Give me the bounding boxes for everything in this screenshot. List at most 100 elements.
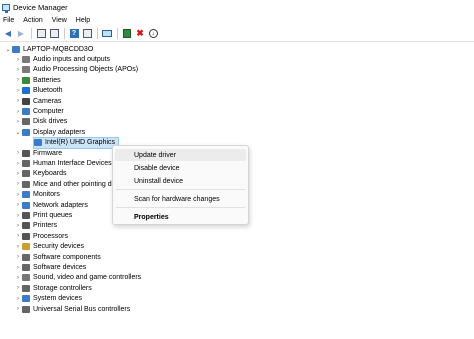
chevron-right-icon[interactable]: › — [14, 296, 22, 302]
tree-category[interactable]: › Universal Serial Bus controllers — [14, 304, 130, 314]
ctx-scan-hardware[interactable]: Scan for hardware changes — [115, 193, 246, 205]
chevron-right-icon[interactable]: › — [14, 109, 22, 115]
chevron-right-icon[interactable]: › — [14, 306, 22, 312]
tree-device-selected[interactable]: Intel(R) UHD Graphics — [32, 136, 120, 150]
toolbar-divider — [64, 28, 65, 39]
title-bar: Device Manager — [0, 0, 474, 14]
menu-help[interactable]: Help — [76, 17, 90, 24]
tree-category-label: Cameras — [33, 97, 62, 105]
tree-category[interactable]: › System devices — [14, 294, 82, 304]
back-arrow-icon[interactable]: ◀ — [3, 29, 13, 39]
properties-icon[interactable] — [36, 29, 46, 39]
tree-category[interactable]: › Printers — [14, 221, 57, 231]
device-category-icon — [22, 108, 30, 116]
device-category-icon — [22, 191, 30, 199]
tree-category[interactable]: › Monitors — [14, 190, 60, 200]
device-category-icon — [22, 87, 30, 95]
tree-category-label: Audio inputs and outputs — [33, 56, 111, 64]
chevron-right-icon[interactable]: › — [14, 233, 22, 239]
tree-category-label: Display adapters — [33, 128, 86, 136]
ctx-disable-device[interactable]: Disable device — [115, 162, 246, 174]
scan-icon[interactable] — [82, 29, 92, 39]
device-category-icon — [22, 212, 30, 220]
help-icon[interactable]: ? — [69, 29, 79, 39]
chevron-right-icon[interactable]: › — [14, 171, 22, 177]
tree-category-label: Printers — [33, 222, 58, 230]
tree-category-label: Software devices — [33, 264, 87, 272]
tree-category[interactable]: › Software devices — [14, 262, 86, 272]
chevron-right-icon[interactable]: › — [14, 192, 22, 198]
tree-category-label: Sound, video and game controllers — [33, 274, 142, 282]
tree-category[interactable]: › Print queues — [14, 210, 72, 220]
device-category-icon — [22, 222, 30, 230]
ctx-uninstall-device[interactable]: Uninstall device — [115, 175, 246, 187]
tree-category[interactable]: › Software components — [14, 252, 101, 262]
display-adapter-icon — [34, 139, 42, 147]
tree-category[interactable]: › Bluetooth — [14, 86, 63, 96]
tree-category[interactable]: › Disk drives — [14, 117, 67, 127]
show-hidden-icon[interactable] — [49, 29, 59, 39]
tree-category[interactable]: › Keyboards — [14, 169, 66, 179]
update-driver-icon[interactable] — [122, 29, 132, 39]
tree-category[interactable]: › Computer — [14, 106, 64, 116]
ctx-separator — [116, 189, 245, 190]
chevron-right-icon[interactable]: › — [14, 161, 22, 167]
tree-category[interactable]: › Storage controllers — [14, 283, 92, 293]
chevron-right-icon[interactable]: › — [14, 98, 22, 104]
tree-category-label: System devices — [33, 295, 83, 303]
chevron-right-icon[interactable]: › — [14, 77, 22, 83]
chevron-right-icon[interactable]: › — [14, 202, 22, 208]
device-category-icon — [22, 128, 30, 136]
context-menu: Update driver Disable device Uninstall d… — [112, 145, 249, 225]
tree-category[interactable]: ⌄ Display adapters — [14, 127, 85, 137]
monitor-icon[interactable] — [102, 29, 112, 39]
tree-category[interactable]: › Processors — [14, 231, 68, 241]
uninstall-x-icon[interactable]: ✖ — [135, 29, 145, 39]
chevron-right-icon[interactable]: › — [14, 213, 22, 219]
ctx-properties[interactable]: Properties — [115, 211, 246, 223]
tree-device-label: Intel(R) UHD Graphics — [45, 139, 116, 147]
chevron-right-icon[interactable]: › — [14, 119, 22, 125]
tree-category[interactable]: › Sound, video and game controllers — [14, 273, 141, 283]
menu-file[interactable]: File — [3, 17, 14, 24]
tree-category-label: Computer — [33, 108, 64, 116]
ctx-update-driver[interactable]: Update driver — [115, 149, 246, 161]
chevron-down-icon[interactable]: ⌄ — [4, 46, 12, 53]
toolbar: ◀ ▶ ? ✖ ↓ — [0, 26, 474, 41]
chevron-down-icon[interactable]: ⌄ — [14, 129, 22, 136]
chevron-right-icon[interactable]: › — [14, 67, 22, 73]
chevron-right-icon[interactable]: › — [14, 150, 22, 156]
tree-category[interactable]: › Human Interface Devices — [14, 158, 112, 168]
menu-view[interactable]: View — [52, 17, 67, 24]
device-category-icon — [22, 76, 30, 84]
tree-category-label: Security devices — [33, 243, 84, 251]
chevron-right-icon[interactable]: › — [14, 285, 22, 291]
device-category-icon — [22, 160, 30, 168]
chevron-right-icon[interactable]: › — [14, 181, 22, 187]
chevron-right-icon[interactable]: › — [14, 254, 22, 260]
tree-category[interactable]: › Batteries — [14, 75, 61, 85]
device-category-icon — [22, 295, 30, 303]
download-circle-icon[interactable]: ↓ — [148, 29, 158, 39]
tree-root[interactable]: ⌄ LAPTOP-MQBCDD3O — [4, 44, 93, 54]
chevron-right-icon[interactable]: › — [14, 244, 22, 250]
forward-arrow-icon[interactable]: ▶ — [16, 29, 26, 39]
tree-category-label: Audio Processing Objects (APOs) — [33, 66, 139, 74]
tree-category[interactable]: › Network adapters — [14, 200, 88, 210]
tree-category[interactable]: › Security devices — [14, 242, 84, 252]
tree-category[interactable]: › Audio Processing Objects (APOs) — [14, 65, 138, 75]
tree-root-label: LAPTOP-MQBCDD3O — [23, 45, 94, 53]
chevron-right-icon[interactable]: › — [14, 275, 22, 281]
device-category-icon — [22, 284, 30, 292]
toolbar-divider-line — [0, 41, 474, 42]
chevron-right-icon[interactable]: › — [14, 265, 22, 271]
tree-category[interactable]: › Audio inputs and outputs — [14, 54, 110, 64]
chevron-right-icon[interactable]: › — [14, 223, 22, 229]
tree-category-label: Network adapters — [33, 201, 88, 209]
chevron-right-icon[interactable]: › — [14, 88, 22, 94]
tree-category[interactable]: › Firmware — [14, 148, 62, 158]
chevron-right-icon[interactable]: › — [14, 57, 22, 63]
menu-action[interactable]: Action — [23, 17, 42, 24]
ctx-separator — [116, 207, 245, 208]
tree-category[interactable]: › Cameras — [14, 96, 61, 106]
